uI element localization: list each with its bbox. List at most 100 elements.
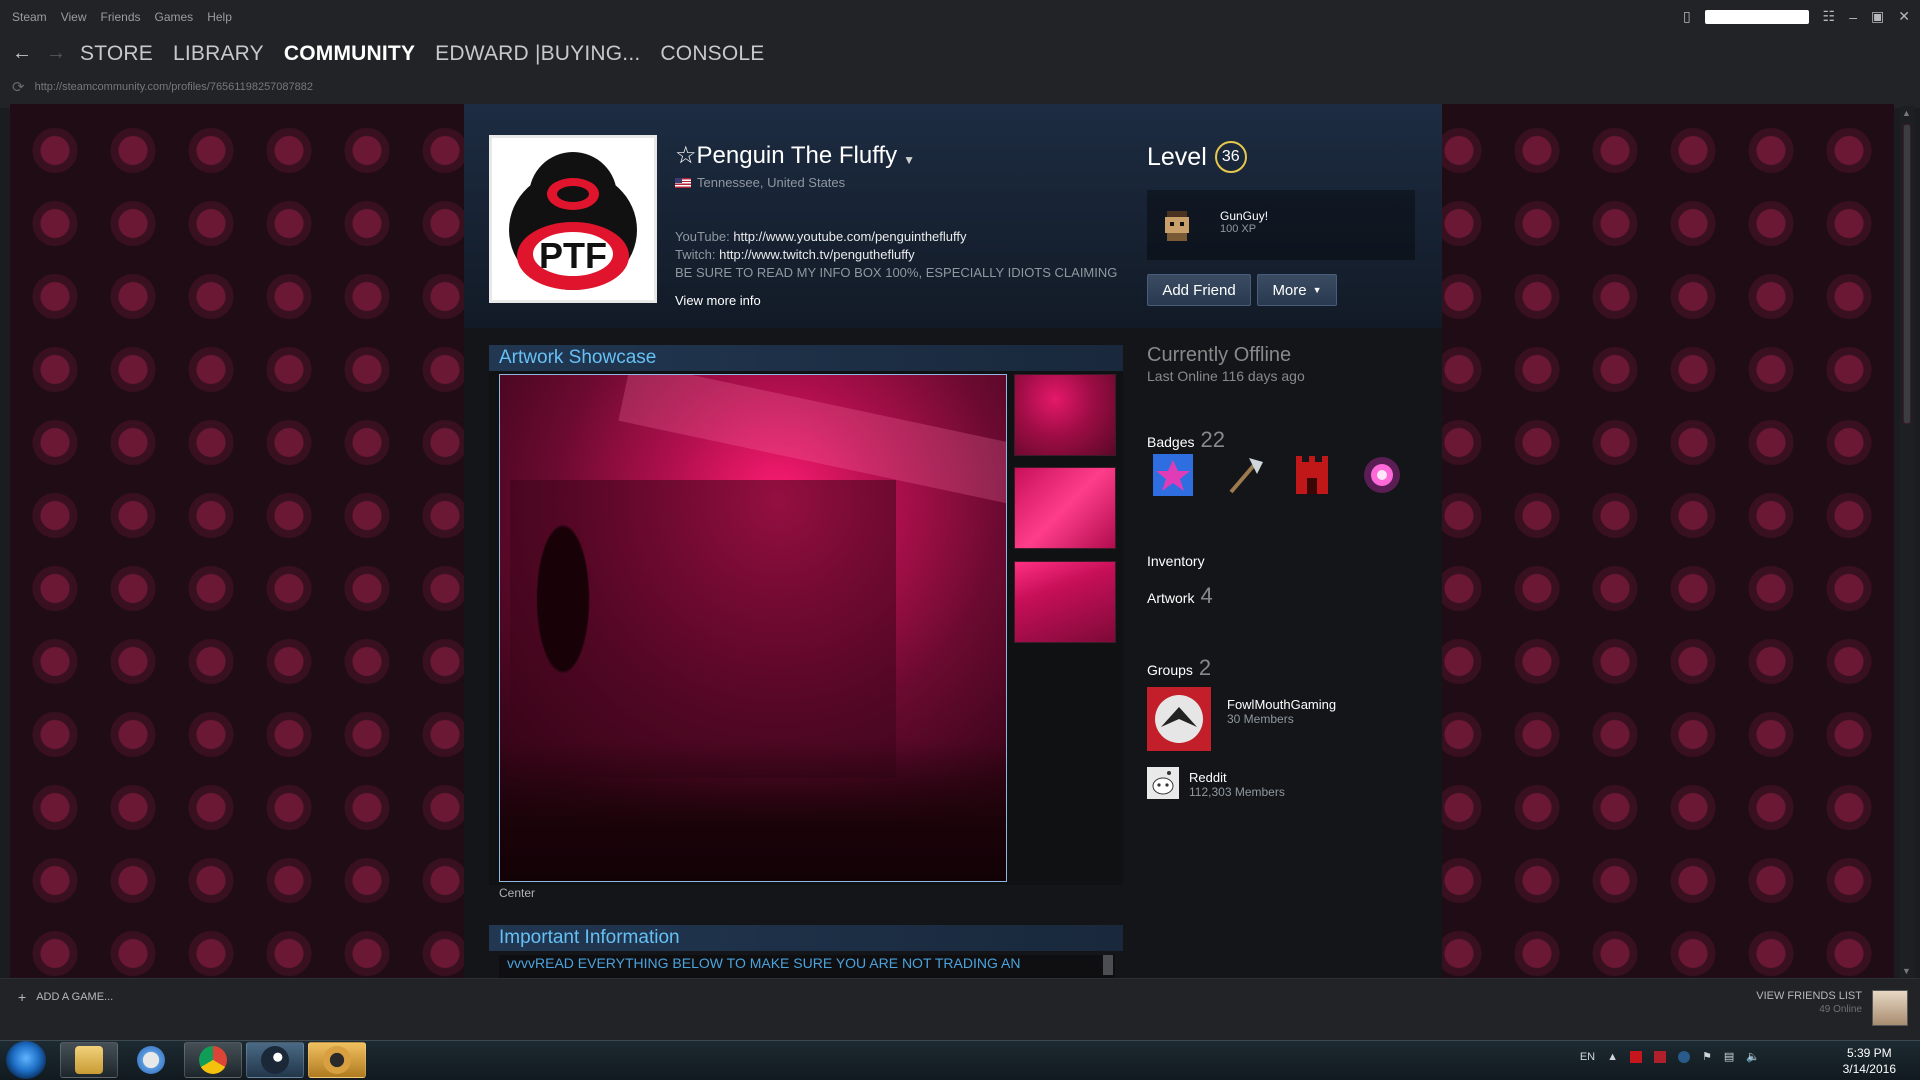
more-button-label: More: [1272, 281, 1307, 299]
steam-tray-icon[interactable]: [1678, 1050, 1691, 1063]
volume-icon[interactable]: 🔈: [1746, 1050, 1760, 1063]
favorite-badge-name: GunGuy!: [1220, 209, 1269, 223]
art-ground-silhouette: [500, 741, 1006, 881]
twitch-label: Twitch:: [675, 247, 716, 262]
orb-badge-icon[interactable]: [1360, 452, 1404, 498]
windows-start-icon[interactable]: [6, 1041, 46, 1079]
artwork-label: Artwork: [1147, 590, 1195, 606]
badges-label: Badges: [1147, 434, 1195, 450]
add-friend-button[interactable]: Add Friend: [1147, 274, 1251, 306]
back-arrow-icon[interactable]: ←: [12, 42, 32, 65]
online-status: Currently Offline: [1147, 344, 1292, 366]
paint-taskbar-button[interactable]: [122, 1042, 180, 1078]
artwork-count: 4: [1200, 583, 1213, 608]
location: Tennessee, United States: [675, 175, 845, 190]
notification-icon[interactable]: ▯: [1683, 8, 1691, 25]
artwork-thumbnail[interactable]: [1014, 467, 1116, 549]
axe-badge-icon[interactable]: [1223, 452, 1267, 498]
paint-icon: [137, 1046, 165, 1074]
nav-arrows: ← →: [12, 42, 66, 65]
big-picture-icon[interactable]: ☷: [1823, 8, 1836, 25]
badges-count: 22: [1200, 427, 1225, 452]
persona-name[interactable]: ☆Penguin The Fluffy ▼: [675, 141, 915, 170]
twitch-link[interactable]: http://www.twitch.tv/penguthefluffy: [719, 247, 915, 262]
url-bar: ⟳ http://steamcommunity.com/profiles/765…: [12, 78, 313, 96]
star-badge-icon[interactable]: [1151, 452, 1195, 498]
penguin-avatar-icon: PTF: [509, 152, 637, 290]
more-button[interactable]: More ▼: [1257, 274, 1337, 306]
summary-twitch: Twitch: http://www.twitch.tv/pengutheflu…: [675, 246, 1133, 264]
artwork-main-image[interactable]: [499, 374, 1007, 882]
youtube-link[interactable]: http://www.youtube.com/penguinthefluffy: [733, 229, 966, 244]
view-more-info-link[interactable]: View more info: [675, 293, 761, 308]
minimize-icon[interactable]: –: [1849, 9, 1857, 25]
forward-arrow-icon[interactable]: →: [46, 42, 66, 65]
inventory-link[interactable]: Inventory: [1147, 553, 1205, 569]
close-icon[interactable]: ✕: [1898, 8, 1910, 25]
menu-steam[interactable]: Steam: [12, 10, 47, 24]
view-friends-list-button[interactable]: VIEW FRIENDS LIST 49 Online: [1756, 990, 1862, 1015]
menu-friends[interactable]: Friends: [100, 10, 140, 24]
badges-link[interactable]: Badges 22: [1147, 427, 1225, 453]
tab-console[interactable]: CONSOLE: [660, 42, 764, 66]
menu-help[interactable]: Help: [207, 10, 232, 24]
user-avatar[interactable]: [1872, 990, 1908, 1026]
last-online: Last Online 116 days ago: [1147, 368, 1305, 384]
menu-view[interactable]: View: [61, 10, 87, 24]
network-icon[interactable]: ▤: [1724, 1050, 1734, 1063]
artwork-link[interactable]: Artwork 4: [1147, 583, 1213, 609]
explorer-taskbar-button[interactable]: [60, 1042, 118, 1078]
title-bar: [0, 0, 1920, 36]
menu-bar: Steam View Friends Games Help: [12, 10, 232, 24]
youtube-label: YouTube:: [675, 229, 730, 244]
favorite-badge[interactable]: GunGuy! 100 XP: [1147, 190, 1415, 260]
reload-icon[interactable]: ⟳: [12, 78, 25, 96]
tray-app-icon[interactable]: [1654, 1050, 1667, 1063]
url-text[interactable]: http://steamcommunity.com/profiles/76561…: [35, 81, 313, 93]
artwork-thumbnail[interactable]: [1014, 561, 1116, 643]
chrome-icon: [199, 1046, 227, 1074]
tab-store[interactable]: STORE: [80, 42, 153, 66]
scroll-down-icon[interactable]: ▼: [1902, 966, 1911, 976]
maximize-icon[interactable]: ▣: [1871, 8, 1884, 25]
chrome-taskbar-button[interactable]: [184, 1042, 242, 1078]
showcase-title: Artwork Showcase: [499, 347, 657, 368]
media-player-icon: [323, 1046, 351, 1074]
account-menu[interactable]: [1704, 9, 1809, 24]
avatar[interactable]: PTF: [489, 135, 657, 303]
group-avatar[interactable]: [1147, 767, 1179, 799]
audio-taskbar-button[interactable]: [308, 1042, 366, 1078]
level-number: 36: [1214, 141, 1247, 173]
page-scrollbar[interactable]: ▲ ▼: [1900, 106, 1914, 978]
artwork-thumbnail[interactable]: [1014, 374, 1116, 456]
language-indicator[interactable]: EN: [1580, 1051, 1595, 1063]
action-center-flag-icon[interactable]: ⚑: [1702, 1050, 1712, 1063]
scroll-up-icon[interactable]: ▲: [1902, 108, 1911, 118]
tab-username[interactable]: EDWARD |BUYING...: [435, 42, 640, 66]
tab-library[interactable]: LIBRARY: [173, 42, 264, 66]
steam-icon: [261, 1046, 289, 1074]
summary-notice: BE SURE TO READ MY INFO BOX 100%, ESPECI…: [675, 265, 1118, 280]
group-name[interactable]: FowlMouthGaming: [1227, 697, 1336, 712]
chevron-down-icon[interactable]: ▼: [903, 153, 915, 167]
level-label: Level: [1147, 142, 1207, 171]
info-scrollbar[interactable]: [1103, 955, 1113, 975]
castle-badge-icon[interactable]: [1290, 452, 1334, 498]
groups-link[interactable]: Groups 2: [1147, 655, 1211, 681]
group-name[interactable]: Reddit: [1189, 770, 1227, 785]
add-game-button[interactable]: + ADD A GAME...: [18, 989, 113, 1005]
info-title: Important Information: [499, 927, 680, 948]
menu-games[interactable]: Games: [155, 10, 194, 24]
folder-icon: [75, 1046, 103, 1074]
group-avatar[interactable]: [1147, 687, 1211, 751]
persona-name-text: ☆Penguin The Fluffy: [675, 142, 898, 169]
tray-expand-icon[interactable]: ▲: [1607, 1051, 1618, 1063]
tab-community[interactable]: COMMUNITY: [284, 42, 415, 66]
system-clock[interactable]: 5:39 PM 3/14/2016: [1843, 1045, 1896, 1077]
summary-youtube: YouTube: http://www.youtube.com/penguint…: [675, 228, 1133, 246]
steam-taskbar-button[interactable]: [246, 1042, 304, 1078]
scrollbar-thumb[interactable]: [1903, 124, 1911, 424]
tray-app-icon[interactable]: [1630, 1050, 1643, 1063]
client-bottom-bar: [0, 978, 1920, 1040]
art-tree-silhouette: [518, 515, 608, 725]
